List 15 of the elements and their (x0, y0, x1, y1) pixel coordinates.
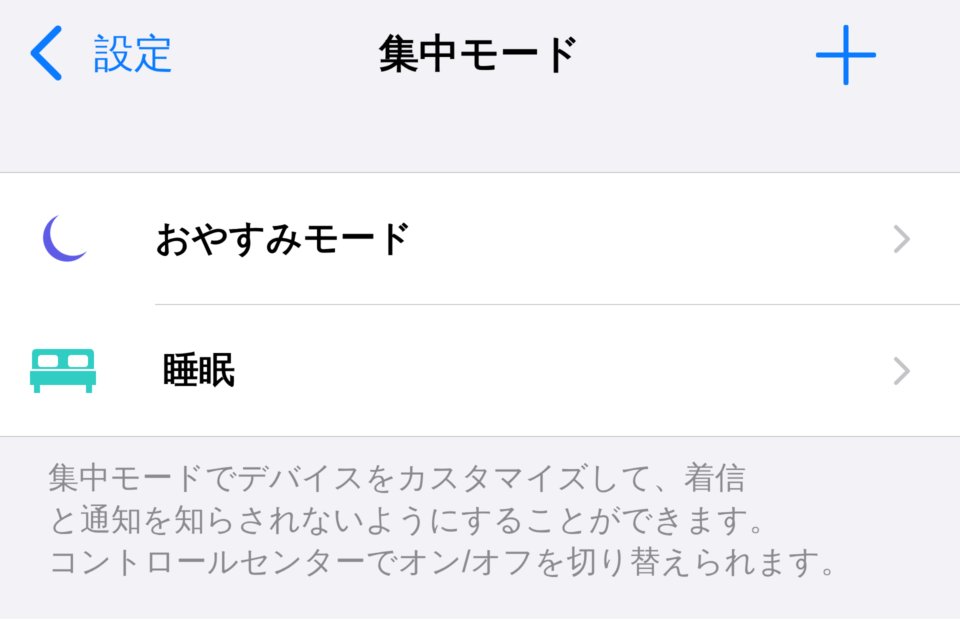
footer-text: コントロールセンターでオン/オフを切り替えられます。 (48, 543, 853, 581)
mode-label: 睡眠 (162, 348, 236, 392)
page-title: 集中モード (379, 31, 581, 78)
bed-icon (30, 348, 96, 392)
mode-label: おやすみモード (155, 216, 414, 260)
chevron-left-icon (28, 25, 64, 81)
focus-mode-row[interactable]: 睡眠 (0, 305, 960, 436)
chevron-right-icon (892, 224, 912, 254)
footer-text: と通知を知らされないようにすることができます。 (48, 501, 781, 539)
chevron-right-icon (892, 356, 912, 386)
focus-mode-row[interactable]: おやすみモード (0, 173, 960, 304)
plus-icon (816, 25, 876, 85)
add-button[interactable] (816, 25, 876, 85)
footer-text: 集中モードでデバイスをカスタマイズして、着信 (48, 459, 747, 497)
back-button[interactable]: 設定 (28, 25, 174, 81)
